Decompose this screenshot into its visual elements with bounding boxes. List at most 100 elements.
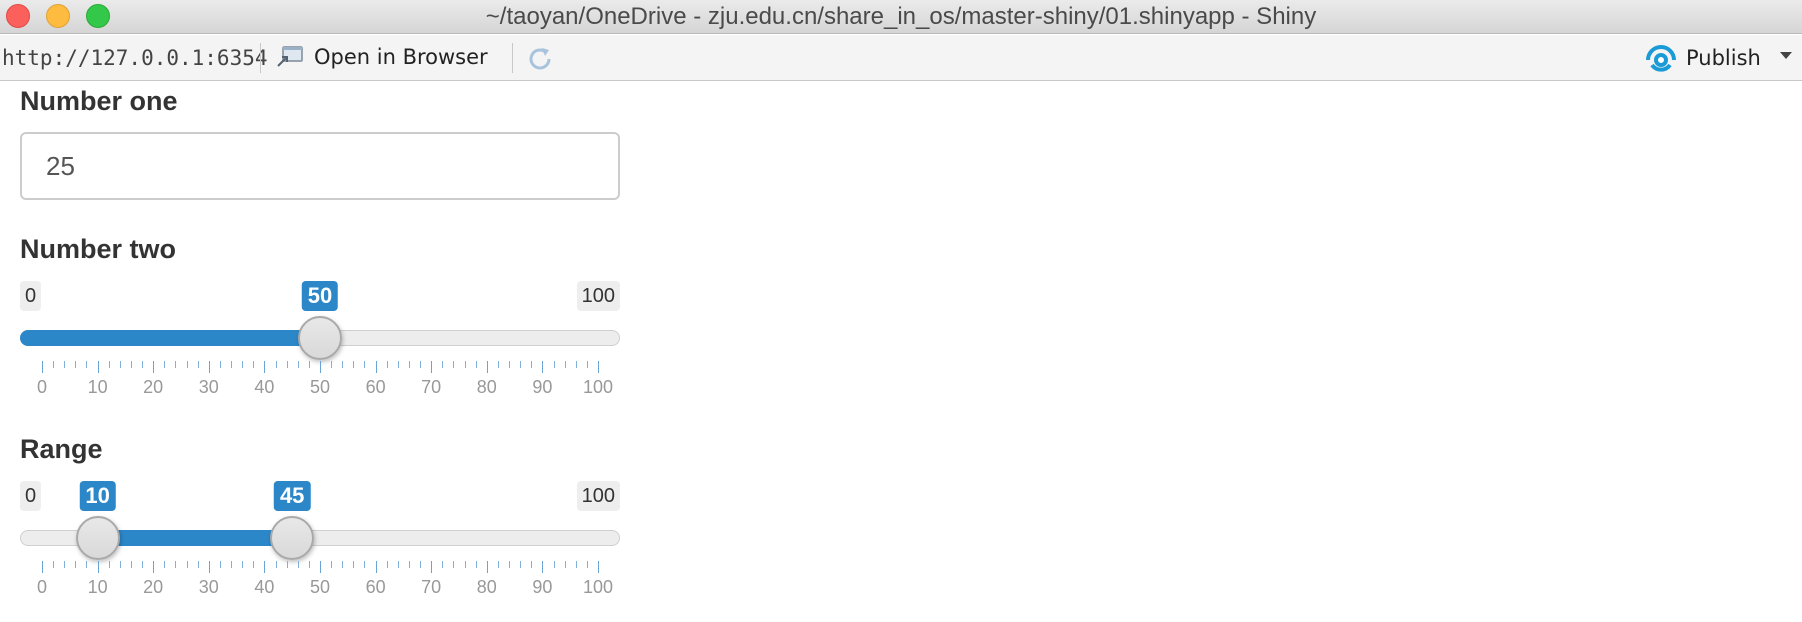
major-tick (208, 361, 210, 373)
minor-tick (86, 361, 88, 368)
minor-tick (386, 361, 388, 368)
minor-tick (242, 561, 244, 568)
minor-tick (342, 361, 344, 368)
tick-label: 50 (309, 577, 331, 597)
minor-tick (186, 361, 188, 368)
minor-tick (164, 561, 166, 568)
tick-label: 0 (36, 377, 48, 397)
minor-tick (353, 361, 355, 368)
minor-tick (586, 561, 588, 568)
major-tick (264, 361, 266, 373)
minor-tick (331, 561, 333, 568)
minor-tick (386, 561, 388, 568)
slider-value-label: 50 (301, 281, 339, 311)
number-two-slider[interactable]: 0 100 50 0 10 20 30 40 50 60 70 80 90 100 (20, 281, 620, 411)
major-tick (97, 361, 99, 373)
slider-handle[interactable] (298, 316, 342, 360)
major-tick (375, 561, 377, 573)
minor-tick (453, 361, 455, 368)
range-label: Range (20, 434, 103, 464)
minor-tick (119, 561, 121, 568)
minor-tick (197, 561, 199, 568)
publish-icon (1646, 45, 1676, 72)
url-display[interactable]: http://127.0.0.1:6354 (2, 46, 268, 70)
minor-tick (64, 561, 66, 568)
tick-label: 40 (254, 577, 275, 597)
minor-tick (408, 361, 410, 368)
range-slider[interactable]: 0 100 10 45 0 10 20 30 40 50 60 70 80 90 100 (20, 481, 620, 611)
minor-tick (564, 361, 566, 368)
minor-tick (453, 561, 455, 568)
minor-tick (186, 561, 188, 568)
major-tick (153, 561, 155, 573)
minor-tick (242, 361, 244, 368)
number-two-label: Number two (20, 234, 177, 264)
publish-dropdown-caret[interactable] (1780, 52, 1792, 59)
major-tick (42, 361, 43, 373)
minor-tick (497, 361, 499, 368)
tick-label: 0 (36, 577, 48, 597)
minor-tick (497, 561, 499, 568)
minor-tick (175, 361, 177, 368)
minor-tick (108, 361, 110, 368)
tick-label: 90 (532, 377, 553, 397)
minor-tick (464, 361, 466, 368)
minor-tick (175, 561, 177, 568)
minor-tick (553, 361, 555, 368)
major-tick (598, 361, 599, 373)
minor-tick (297, 361, 299, 368)
tick-label: 70 (421, 377, 442, 397)
minor-tick (442, 561, 444, 568)
minor-tick (275, 361, 277, 368)
major-tick (97, 561, 99, 573)
minor-tick (564, 561, 566, 568)
open-in-browser-button[interactable]: Open in Browser (276, 40, 488, 74)
minor-tick (119, 361, 121, 368)
window-titlebar: ~/taoyan/OneDrive - zju.edu.cn/share_in_… (0, 0, 1802, 34)
minor-tick (231, 361, 233, 368)
minor-tick (575, 561, 577, 568)
minor-tick (586, 361, 588, 368)
number-one-input[interactable] (20, 132, 620, 200)
publish-button[interactable]: Publish (1644, 41, 1761, 75)
range-from-label: 10 (79, 481, 116, 511)
minor-tick (397, 561, 399, 568)
major-tick (542, 561, 544, 573)
open-in-browser-icon (277, 46, 303, 67)
number-one-label: Number one (20, 86, 178, 116)
major-tick (208, 561, 210, 573)
minor-tick (286, 561, 288, 568)
range-bar (97, 530, 293, 546)
major-tick (375, 361, 377, 373)
minor-tick (364, 361, 366, 368)
major-tick (320, 361, 321, 373)
minor-tick (142, 361, 144, 368)
minor-tick (475, 361, 477, 368)
minor-tick (86, 561, 88, 568)
minor-tick (520, 561, 522, 568)
minor-tick (253, 561, 255, 568)
minor-tick (397, 361, 399, 368)
minor-tick (520, 361, 522, 368)
minor-tick (130, 361, 132, 368)
minor-tick (75, 561, 77, 568)
minor-tick (219, 561, 221, 568)
minor-tick (308, 361, 310, 368)
reload-icon[interactable] (524, 43, 556, 75)
tick-label: 80 (476, 577, 497, 597)
tick-label: 20 (143, 377, 164, 397)
tick-label: 10 (87, 377, 108, 397)
tick-label: 40 (254, 377, 275, 397)
minor-tick (331, 361, 333, 368)
slider-bar (20, 330, 320, 346)
tick-label: 10 (87, 577, 108, 597)
minor-tick (342, 561, 344, 568)
range-to-label: 45 (273, 481, 311, 511)
range-from-handle[interactable] (75, 516, 120, 560)
major-tick (542, 361, 544, 373)
minor-tick (531, 361, 533, 368)
tick-label: 80 (476, 377, 497, 397)
minor-tick (219, 361, 221, 368)
major-tick (320, 561, 321, 573)
range-to-handle[interactable] (270, 516, 315, 560)
